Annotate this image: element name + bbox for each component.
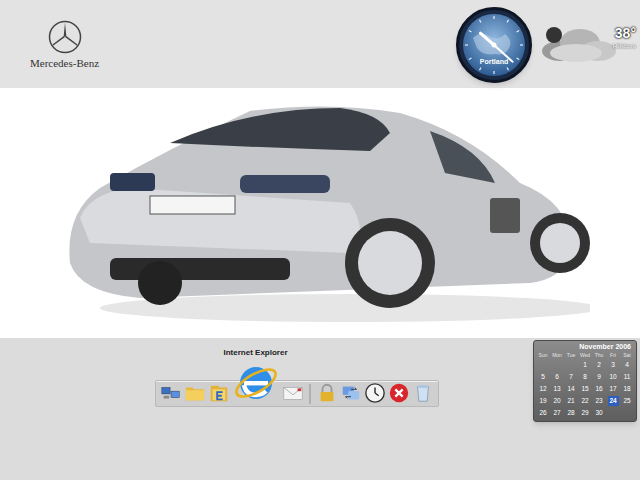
calendar-day[interactable]: 29: [578, 407, 592, 419]
calendar-day[interactable]: 23: [592, 395, 606, 407]
dock-item[interactable]: [160, 382, 182, 404]
calendar-day[interactable]: 2: [592, 359, 606, 371]
dock-tooltip: Internet Explorer: [223, 349, 287, 357]
dock-item[interactable]: [388, 382, 410, 404]
weather-gadget[interactable]: 38°Hillsboro: [540, 23, 638, 67]
calendar-day: [606, 407, 620, 419]
brand-text: Mercedes-Benz: [30, 58, 99, 69]
calendar-weekday: Sun: [536, 351, 550, 359]
calendar-day[interactable]: 17: [606, 383, 620, 395]
cloud-icon: [540, 25, 620, 65]
weather-temperature: 38°: [615, 25, 636, 43]
calendar-day[interactable]: 16: [592, 383, 606, 395]
calendar-day[interactable]: 4: [620, 359, 634, 371]
trash-icon: [412, 382, 434, 404]
calendar-day: [620, 407, 634, 419]
calendar-day[interactable]: 19: [536, 395, 550, 407]
calendar-day[interactable]: 1: [578, 359, 592, 371]
calendar-weekday: Mon: [550, 351, 564, 359]
mercedes-star-icon: [48, 20, 82, 54]
calendar-title: November 2006: [536, 342, 634, 351]
close-icon: [388, 382, 410, 404]
dock-item[interactable]: [412, 382, 434, 404]
lock-icon: [316, 382, 338, 404]
calendar-day: [550, 359, 564, 371]
calendar-day[interactable]: 28: [564, 407, 578, 419]
folder-icon: [184, 382, 206, 404]
calendar-day: [536, 359, 550, 371]
dock-item: [306, 384, 314, 404]
calendar-weekday: Tue: [564, 351, 578, 359]
calendar-day[interactable]: 27: [550, 407, 564, 419]
calendar-day[interactable]: 15: [578, 383, 592, 395]
dock-item[interactable]: [208, 382, 230, 404]
calendar-day[interactable]: 14: [564, 383, 578, 395]
calendar-day[interactable]: 20: [550, 395, 564, 407]
clock-icon: [364, 382, 386, 404]
dock-item[interactable]: [316, 382, 338, 404]
calendar-weekday: Wed: [578, 351, 592, 359]
clock-city: Portland: [459, 58, 529, 65]
dock-item[interactable]: [340, 382, 362, 404]
car-picture: [50, 93, 590, 333]
calendar-day[interactable]: 7: [564, 371, 578, 383]
calendar-weekday: Fri: [606, 351, 620, 359]
calendar-day[interactable]: 12: [536, 383, 550, 395]
calendar-day[interactable]: 22: [578, 395, 592, 407]
calendar-gadget[interactable]: November 2006SunMonTueWedThuFriSat123456…: [533, 340, 637, 422]
network-icon: [160, 382, 182, 404]
calendar-day[interactable]: 6: [550, 371, 564, 383]
bottom-band: Internet Explorer November 2006SunMonTueW…: [0, 338, 640, 480]
internet-explorer-icon: [232, 359, 280, 407]
dock-item[interactable]: [364, 382, 386, 404]
calendar-day[interactable]: 11: [620, 371, 634, 383]
mail-icon: [282, 382, 304, 404]
calendar-weekday: Sat: [620, 351, 634, 359]
dock-item[interactable]: [184, 382, 206, 404]
car-band: [0, 88, 640, 338]
calendar-day[interactable]: 26: [536, 407, 550, 419]
dock: Internet Explorer: [155, 380, 439, 407]
clock-face-icon: [459, 10, 529, 80]
explorer-icon: [208, 382, 230, 404]
calendar-day: [564, 359, 578, 371]
calendar-day[interactable]: 24: [606, 395, 620, 407]
calendar-day[interactable]: 30: [592, 407, 606, 419]
calendar-day[interactable]: 21: [564, 395, 578, 407]
dock-separator: [309, 384, 311, 404]
calendar-weekday: Thu: [592, 351, 606, 359]
calendar-day[interactable]: 13: [550, 383, 564, 395]
calendar-day[interactable]: 10: [606, 371, 620, 383]
clock-gadget[interactable]: Portland: [456, 7, 532, 83]
calendar-day[interactable]: 25: [620, 395, 634, 407]
calendar-day[interactable]: 8: [578, 371, 592, 383]
weather-city: Hillsboro: [613, 43, 636, 49]
top-band: Mercedes-Benz Portland 38°Hillsboro: [0, 0, 640, 88]
desktop: Mercedes-Benz Portland 38°Hillsboro Interne…: [0, 0, 640, 480]
mercedes-logo: Mercedes-Benz: [30, 20, 99, 69]
dock-item[interactable]: [282, 382, 304, 404]
calendar-day[interactable]: 5: [536, 371, 550, 383]
calendar-day[interactable]: 18: [620, 383, 634, 395]
calendar-day[interactable]: 9: [592, 371, 606, 383]
transfer-icon: [340, 382, 362, 404]
calendar-day[interactable]: 3: [606, 359, 620, 371]
dock-item[interactable]: Internet Explorer: [232, 359, 280, 407]
